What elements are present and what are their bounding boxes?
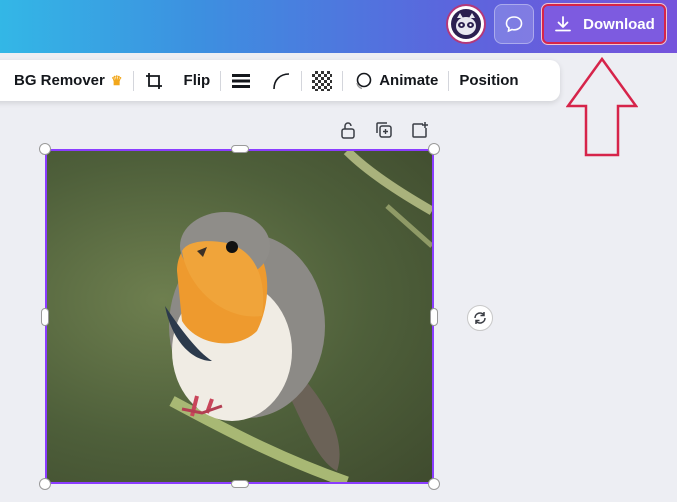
robin-photo[interactable] xyxy=(45,149,434,484)
flip-button[interactable]: Flip xyxy=(174,60,221,101)
download-label: Download xyxy=(583,15,655,33)
comment-icon xyxy=(505,16,523,33)
transparency-icon xyxy=(312,70,333,91)
border-style-icon xyxy=(232,73,251,88)
comment-button[interactable] xyxy=(494,4,534,44)
top-bar: Download xyxy=(0,0,677,53)
download-button[interactable]: Download xyxy=(541,3,667,45)
flip-label: Flip xyxy=(183,72,211,89)
download-icon xyxy=(555,16,572,32)
bg-remover-button[interactable]: BG Remover ♛ xyxy=(0,60,133,101)
lock-icon[interactable] xyxy=(338,120,358,140)
rotate-icon xyxy=(474,312,486,324)
duplicate-icon[interactable] xyxy=(374,120,394,140)
position-button[interactable]: Position xyxy=(449,60,528,101)
resize-handle-top-right[interactable] xyxy=(428,143,440,155)
border-style-button[interactable] xyxy=(221,60,261,101)
annotation-arrow xyxy=(566,57,638,157)
animate-label: Animate xyxy=(379,72,439,89)
bg-remover-label: BG Remover xyxy=(14,72,105,89)
crop-icon xyxy=(145,72,162,89)
resize-handle-top-left[interactable] xyxy=(39,143,51,155)
add-page-icon[interactable] xyxy=(410,120,430,140)
resize-handle-left[interactable] xyxy=(41,308,49,326)
corner-rounding-button[interactable] xyxy=(261,60,301,101)
resize-handle-top[interactable] xyxy=(231,145,249,153)
position-label: Position xyxy=(459,72,519,89)
rotate-button[interactable] xyxy=(467,305,493,331)
transparency-button[interactable] xyxy=(302,60,342,101)
animate-icon xyxy=(356,72,372,89)
image-toolbar: BG Remover ♛ Flip Animate Position xyxy=(0,60,560,101)
resize-handle-right[interactable] xyxy=(430,308,438,326)
avatar[interactable] xyxy=(446,4,486,44)
resize-handle-bottom-left[interactable] xyxy=(39,478,51,490)
element-actions xyxy=(338,120,430,140)
animate-button[interactable]: Animate xyxy=(343,60,448,101)
resize-handle-bottom[interactable] xyxy=(231,480,249,488)
crown-icon: ♛ xyxy=(110,72,123,88)
avatar-image xyxy=(451,9,481,39)
corner-rounding-icon xyxy=(273,72,290,89)
resize-handle-bottom-right[interactable] xyxy=(428,478,440,490)
crop-button[interactable] xyxy=(134,60,174,101)
